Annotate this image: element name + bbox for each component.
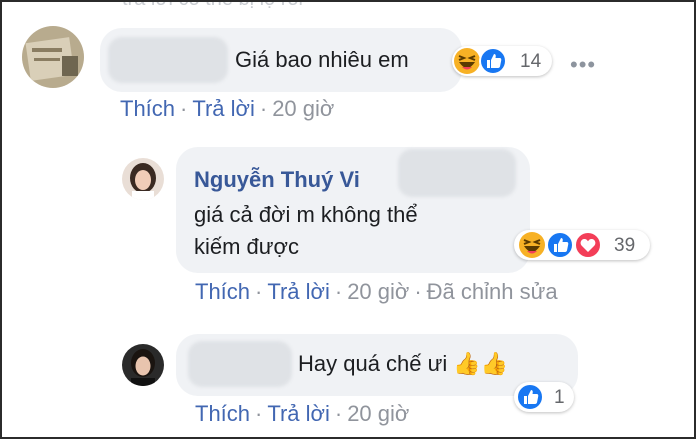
reaction-count: 1 <box>554 387 565 408</box>
reaction-summary[interactable]: 1 <box>514 382 574 412</box>
reply-button[interactable]: Trả lời <box>192 96 255 121</box>
comment-text: Hay quá chế ưi 👍👍 <box>298 351 509 376</box>
comment-text-line: giá cả đời m không thể <box>194 202 418 227</box>
comment-bubble: Nguyễn Thuý Vi giá cả đời m không thể ki… <box>176 147 530 273</box>
separator: · <box>259 96 268 121</box>
comment-actions: Thích · Trả lời · 20 giờ <box>120 96 334 122</box>
previous-comment-fragment: trả lời có thể bị lộ rồi <box>122 2 303 11</box>
separator: · <box>334 401 343 426</box>
comment-actions: Thích · Trả lời · 20 giờ <box>195 401 409 427</box>
reaction-summary[interactable]: 39 <box>514 230 650 260</box>
avatar[interactable] <box>22 26 84 88</box>
haha-icon <box>518 231 546 259</box>
avatar[interactable] <box>122 158 164 200</box>
comment-actions: Thích · Trả lời · 20 giờ · Đã chỉnh sửa <box>195 279 558 305</box>
reply-button[interactable]: Trả lời <box>267 279 330 304</box>
separator: · <box>180 96 188 121</box>
author-name[interactable]: Nguyễn Thuý Vi <box>194 167 360 193</box>
blurred-author-name[interactable] <box>188 341 292 387</box>
reply-button[interactable]: Trả lời <box>267 401 330 426</box>
timestamp[interactable]: 20 giờ <box>272 96 334 121</box>
like-icon <box>479 47 507 75</box>
more-options-button[interactable]: ••• <box>570 52 596 78</box>
separator: · <box>255 279 263 304</box>
separator: · <box>414 279 422 304</box>
reaction-count: 39 <box>614 235 636 256</box>
edited-label[interactable]: Đã chỉnh sửa <box>427 279 558 304</box>
avatar[interactable] <box>122 344 164 386</box>
comment-text: Giá bao nhiêu em <box>235 47 409 72</box>
love-icon <box>574 231 602 259</box>
like-icon <box>546 231 574 259</box>
timestamp[interactable]: 20 giờ <box>347 401 409 426</box>
like-button[interactable]: Thích <box>120 96 175 121</box>
like-icon <box>516 383 544 411</box>
like-button[interactable]: Thích <box>195 401 250 426</box>
separator: · <box>255 401 263 426</box>
blurred-author-suffix <box>398 149 516 197</box>
blurred-author-name[interactable] <box>108 37 228 83</box>
haha-icon <box>453 47 481 75</box>
like-button[interactable]: Thích <box>195 279 250 304</box>
separator: · <box>334 279 343 304</box>
timestamp[interactable]: 20 giờ <box>347 279 409 304</box>
reaction-count: 14 <box>520 51 542 72</box>
comment-thread: trả lời có thể bị lộ rồi Giá bao nhiêu e… <box>0 0 696 439</box>
reaction-summary[interactable]: 14 <box>452 46 552 76</box>
comment-bubble: Giá bao nhiêu em <box>100 28 462 92</box>
comment-text-line: kiếm được <box>194 234 299 259</box>
